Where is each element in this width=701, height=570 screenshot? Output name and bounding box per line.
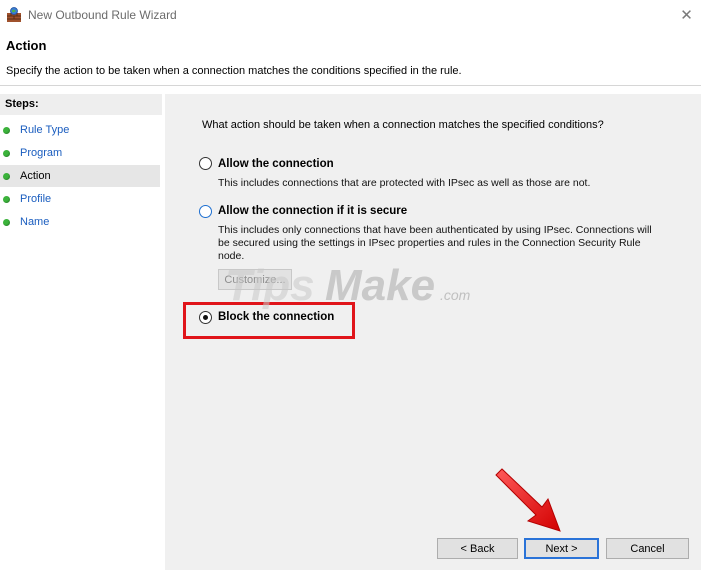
title-bar: New Outbound Rule Wizard ✕ xyxy=(0,0,701,30)
close-icon: ✕ xyxy=(680,7,693,24)
back-button[interactable]: < Back xyxy=(437,538,518,559)
step-status-icon xyxy=(3,126,10,134)
step-label: Name xyxy=(20,216,50,228)
close-button[interactable]: ✕ xyxy=(672,0,701,30)
page-title: Action xyxy=(6,38,47,53)
watermark-dotcom: .com xyxy=(440,287,471,303)
step-profile[interactable]: Profile xyxy=(0,188,160,210)
next-button[interactable]: Next > xyxy=(524,538,599,559)
window-title: New Outbound Rule Wizard xyxy=(28,8,177,22)
allow-connection-label[interactable]: Allow the connection xyxy=(218,158,334,170)
allow-connection-description: This includes connections that are prote… xyxy=(218,177,591,189)
watermark-make: Make xyxy=(325,261,435,310)
action-question: What action should be taken when a conne… xyxy=(202,119,604,131)
step-label: Rule Type xyxy=(20,124,70,136)
allow-if-secure-label[interactable]: Allow the connection if it is secure xyxy=(218,205,407,217)
red-arrow-icon xyxy=(495,468,561,532)
steps-title: Steps: xyxy=(0,94,162,115)
cancel-button[interactable]: Cancel xyxy=(606,538,689,559)
step-name[interactable]: Name xyxy=(0,211,160,233)
wizard-header: Action Specify the action to be taken wh… xyxy=(0,30,701,86)
step-status-icon xyxy=(3,195,10,203)
step-label: Profile xyxy=(20,193,52,205)
allow-connection-radio[interactable] xyxy=(199,157,212,170)
allow-if-secure-radio[interactable] xyxy=(199,205,212,218)
step-program[interactable]: Program xyxy=(0,142,160,164)
step-status-icon xyxy=(3,172,10,180)
watermark-tips: Tips xyxy=(225,261,315,310)
step-status-icon xyxy=(3,218,10,226)
page-description: Specify the action to be taken when a co… xyxy=(6,65,462,77)
step-rule-type[interactable]: Rule Type xyxy=(0,119,160,141)
step-status-icon xyxy=(3,149,10,157)
step-action[interactable]: Action xyxy=(0,165,160,187)
steps-panel: Steps: Rule Type Program Action Profile … xyxy=(0,94,162,570)
watermark-logo: Tips Make .com xyxy=(225,261,471,310)
main-content: What action should be taken when a conne… xyxy=(165,94,701,570)
step-label: Program xyxy=(20,147,63,159)
step-label: Action xyxy=(20,170,51,182)
firewall-icon xyxy=(6,7,22,23)
